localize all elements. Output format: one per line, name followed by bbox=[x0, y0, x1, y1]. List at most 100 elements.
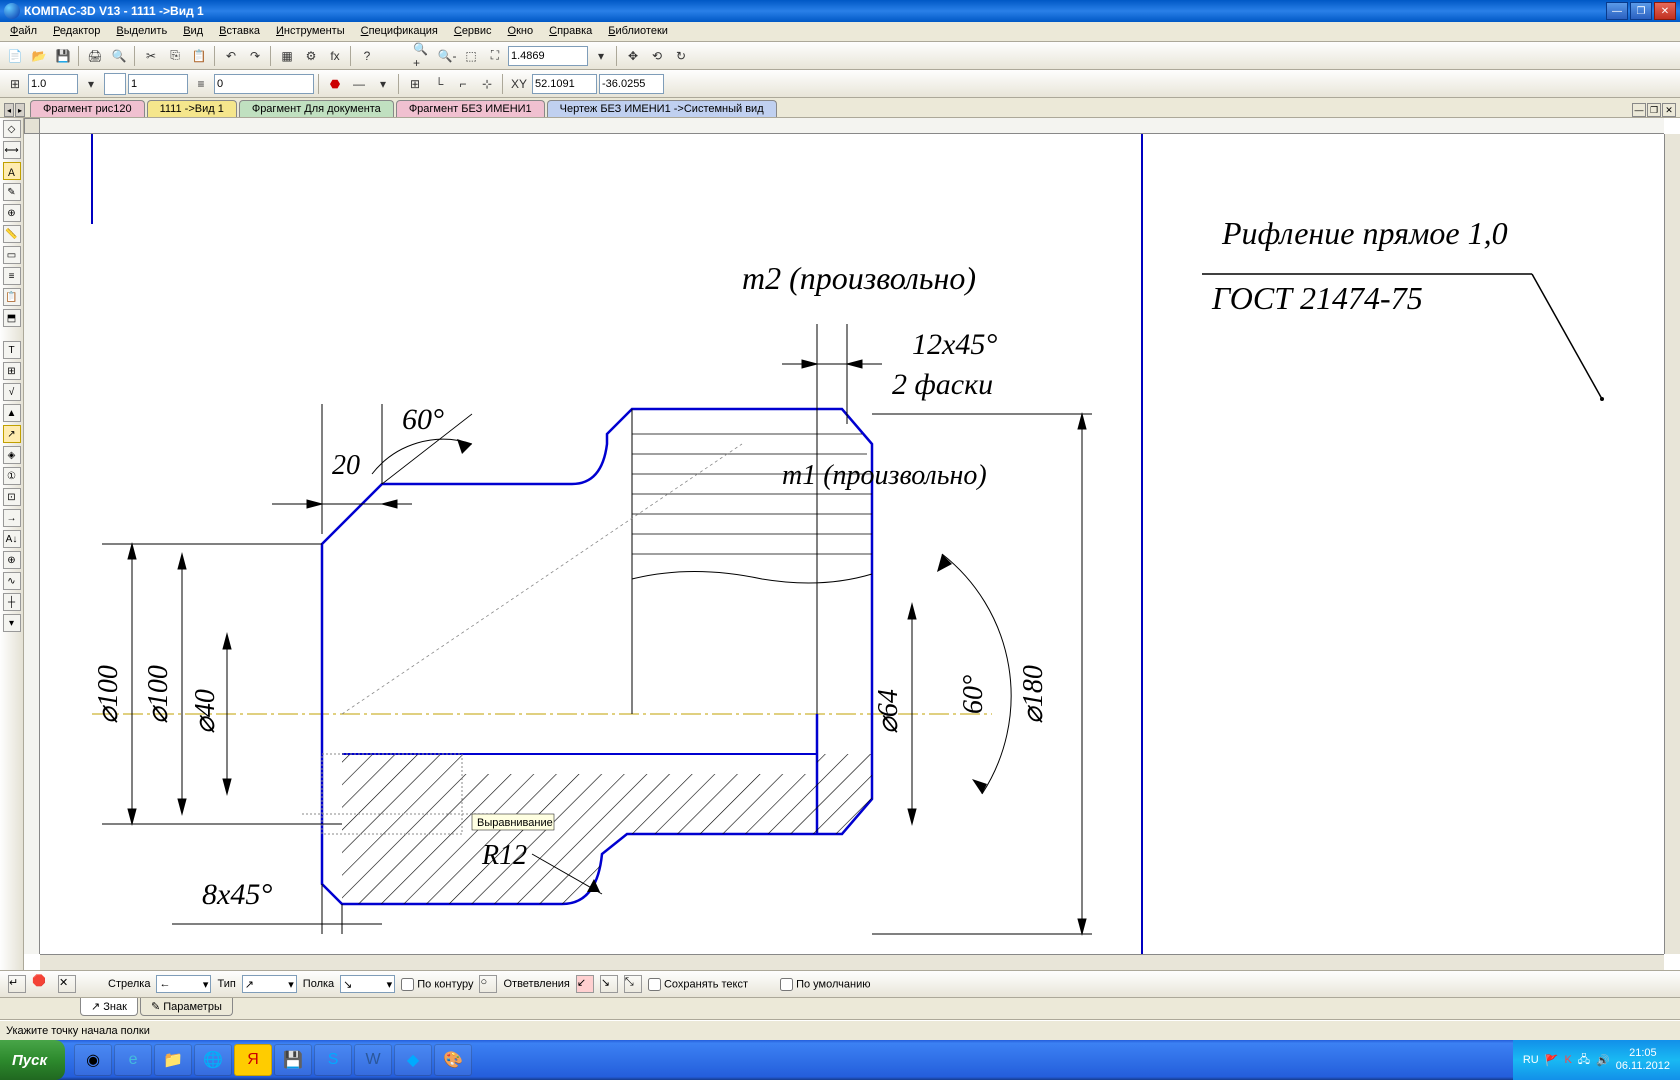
state-icon[interactable]: ▾ bbox=[80, 73, 102, 95]
tray-vol-icon[interactable]: 🔊 bbox=[1596, 1054, 1610, 1067]
tray-av-icon[interactable]: K bbox=[1564, 1054, 1571, 1066]
menu-spec[interactable]: Спецификация bbox=[353, 23, 446, 40]
tool-table-icon[interactable]: ⊞ bbox=[3, 362, 21, 380]
tool-pos-icon[interactable]: ① bbox=[3, 467, 21, 485]
xy-icon[interactable]: XY bbox=[508, 73, 530, 95]
mdi-close-icon[interactable]: ✕ bbox=[1662, 103, 1676, 117]
tool-select-icon[interactable]: ▭ bbox=[3, 246, 21, 264]
task-chrome-icon[interactable]: 🌐 bbox=[194, 1044, 232, 1076]
tool-wave-icon[interactable]: ∿ bbox=[3, 572, 21, 590]
menu-service[interactable]: Сервис bbox=[446, 23, 500, 40]
tool-more-icon[interactable]: ▾ bbox=[3, 614, 21, 632]
task-word-icon[interactable]: W bbox=[354, 1044, 392, 1076]
tool-center-icon[interactable]: ⊕ bbox=[3, 551, 21, 569]
arrow-combo[interactable]: ←▾ bbox=[156, 975, 211, 993]
menu-tools[interactable]: Инструменты bbox=[268, 23, 353, 40]
stop-icon[interactable]: ⬣ bbox=[324, 73, 346, 95]
chevron-down-icon[interactable]: ▾ bbox=[372, 73, 394, 95]
tool-report-icon[interactable]: 📋 bbox=[3, 288, 21, 306]
tool-rough-icon[interactable]: √ bbox=[3, 383, 21, 401]
rotate-icon[interactable]: ⟲ bbox=[646, 45, 668, 67]
tab-nav-next-icon[interactable]: ▸ bbox=[15, 103, 25, 117]
tool-params-icon[interactable]: ⊕ bbox=[3, 204, 21, 222]
task-save-icon[interactable]: 💾 bbox=[274, 1044, 312, 1076]
zoom-window-icon[interactable]: ⬚ bbox=[460, 45, 482, 67]
snap-icon[interactable]: ⌐ bbox=[452, 73, 474, 95]
redo-icon[interactable]: ↷ bbox=[244, 45, 266, 67]
tray-net-icon[interactable]: 🖧 bbox=[1578, 1051, 1590, 1070]
tool-annotation-icon[interactable]: Ａ bbox=[3, 162, 21, 180]
task-explorer-icon[interactable]: 📁 bbox=[154, 1044, 192, 1076]
menu-window[interactable]: Окно bbox=[500, 23, 542, 40]
maximize-button[interactable]: ❐ bbox=[1630, 2, 1652, 20]
tab-sign[interactable]: ↗ Знак bbox=[80, 998, 138, 1016]
layer-color-icon[interactable] bbox=[104, 73, 126, 95]
drawing-canvas[interactable]: т2 (произвольно) т1 (произвольно) 60° 20… bbox=[40, 134, 1664, 954]
layer-input[interactable] bbox=[214, 74, 314, 94]
mdi-minimize-icon[interactable]: — bbox=[1632, 103, 1646, 117]
mdi-restore-icon[interactable]: ❐ bbox=[1647, 103, 1661, 117]
tool-base-icon[interactable]: ▲ bbox=[3, 404, 21, 422]
task-yandex-icon[interactable]: Я bbox=[234, 1044, 272, 1076]
zoom-in-icon[interactable]: 🔍+ bbox=[412, 45, 434, 67]
redraw-icon[interactable]: ↻ bbox=[670, 45, 692, 67]
undo-icon[interactable]: ↶ bbox=[220, 45, 242, 67]
doc-tab-4[interactable]: Чертеж БЕЗ ИМЕНИ1 ->Системный вид bbox=[547, 100, 777, 117]
cut-icon[interactable]: ✂ bbox=[140, 45, 162, 67]
fx-icon[interactable]: fx bbox=[324, 45, 346, 67]
tray-clock[interactable]: 21:05 06.11.2012 bbox=[1616, 1047, 1670, 1073]
task-kompas-icon[interactable]: ◆ bbox=[394, 1044, 432, 1076]
menu-libs[interactable]: Библиотеки bbox=[600, 23, 676, 40]
task-ie-icon[interactable]: e bbox=[114, 1044, 152, 1076]
tool-axis-icon[interactable]: ┼ bbox=[3, 593, 21, 611]
tool-edit-icon[interactable]: ✎ bbox=[3, 183, 21, 201]
contour-check[interactable]: По контуру bbox=[401, 978, 473, 991]
menu-insert[interactable]: Вставка bbox=[211, 23, 268, 40]
tool-arrow-icon[interactable]: → bbox=[3, 509, 21, 527]
savetext-check[interactable]: Сохранять текст bbox=[648, 978, 748, 991]
tool-geometry-icon[interactable]: ◇ bbox=[3, 120, 21, 138]
vars-icon[interactable]: ⚙ bbox=[300, 45, 322, 67]
task-app1-icon[interactable]: ◉ bbox=[74, 1044, 112, 1076]
coord-x-input[interactable] bbox=[532, 74, 597, 94]
menu-help[interactable]: Справка bbox=[541, 23, 600, 40]
branch3-icon[interactable]: ⤡ bbox=[624, 975, 642, 993]
paste-icon[interactable]: 📋 bbox=[188, 45, 210, 67]
branch2-icon[interactable]: ↘ bbox=[600, 975, 618, 993]
local-cs-icon[interactable]: ⊹ bbox=[476, 73, 498, 95]
ruler-horizontal[interactable] bbox=[40, 118, 1664, 134]
tool-tolerance-icon[interactable]: ⊡ bbox=[3, 488, 21, 506]
tool-measure-icon[interactable]: 📏 bbox=[3, 225, 21, 243]
doc-tab-3[interactable]: Фрагмент БЕЗ ИМЕНИ1 bbox=[396, 100, 545, 117]
view-input[interactable] bbox=[128, 74, 188, 94]
zoom-dropdown-icon[interactable]: ▾ bbox=[590, 45, 612, 67]
ruler-vertical[interactable] bbox=[24, 134, 40, 954]
pan-icon[interactable]: ✥ bbox=[622, 45, 644, 67]
tool-leader-icon[interactable]: ↗ bbox=[3, 425, 21, 443]
print-icon[interactable]: 🖨 bbox=[84, 45, 106, 67]
scrollbar-horizontal[interactable] bbox=[40, 954, 1664, 970]
zoom-out-icon[interactable]: 🔍- bbox=[436, 45, 458, 67]
tool-insert-icon[interactable]: ⬒ bbox=[3, 309, 21, 327]
save-icon[interactable]: 💾 bbox=[52, 45, 74, 67]
minimize-button[interactable]: — bbox=[1606, 2, 1628, 20]
open-icon[interactable]: 📂 bbox=[28, 45, 50, 67]
tab-params[interactable]: ✎ Параметры bbox=[140, 998, 233, 1016]
menu-select[interactable]: Выделить bbox=[108, 23, 175, 40]
close-button[interactable]: ✕ bbox=[1654, 2, 1676, 20]
tray-flag-icon[interactable]: 🚩 bbox=[1545, 1054, 1559, 1067]
task-paint-icon[interactable]: 🎨 bbox=[434, 1044, 472, 1076]
step-input[interactable] bbox=[28, 74, 78, 94]
step-icon[interactable]: ⊞ bbox=[4, 73, 26, 95]
menu-file[interactable]: Файл bbox=[2, 23, 45, 40]
stop-command-icon[interactable]: 🛑 bbox=[32, 974, 52, 994]
zoom-input[interactable] bbox=[508, 46, 588, 66]
help-icon[interactable]: ? bbox=[356, 45, 378, 67]
menu-edit[interactable]: Редактор bbox=[45, 23, 108, 40]
tool-cut-icon[interactable]: A↓ bbox=[3, 530, 21, 548]
zoom-fit-icon[interactable]: ⛶ bbox=[484, 45, 506, 67]
linestyle-icon[interactable]: — bbox=[348, 73, 370, 95]
doc-tab-1[interactable]: 1111 ->Вид 1 bbox=[147, 100, 237, 117]
shelf-combo[interactable]: ↘▾ bbox=[340, 975, 395, 993]
doc-tab-2[interactable]: Фрагмент Для документа bbox=[239, 100, 394, 117]
